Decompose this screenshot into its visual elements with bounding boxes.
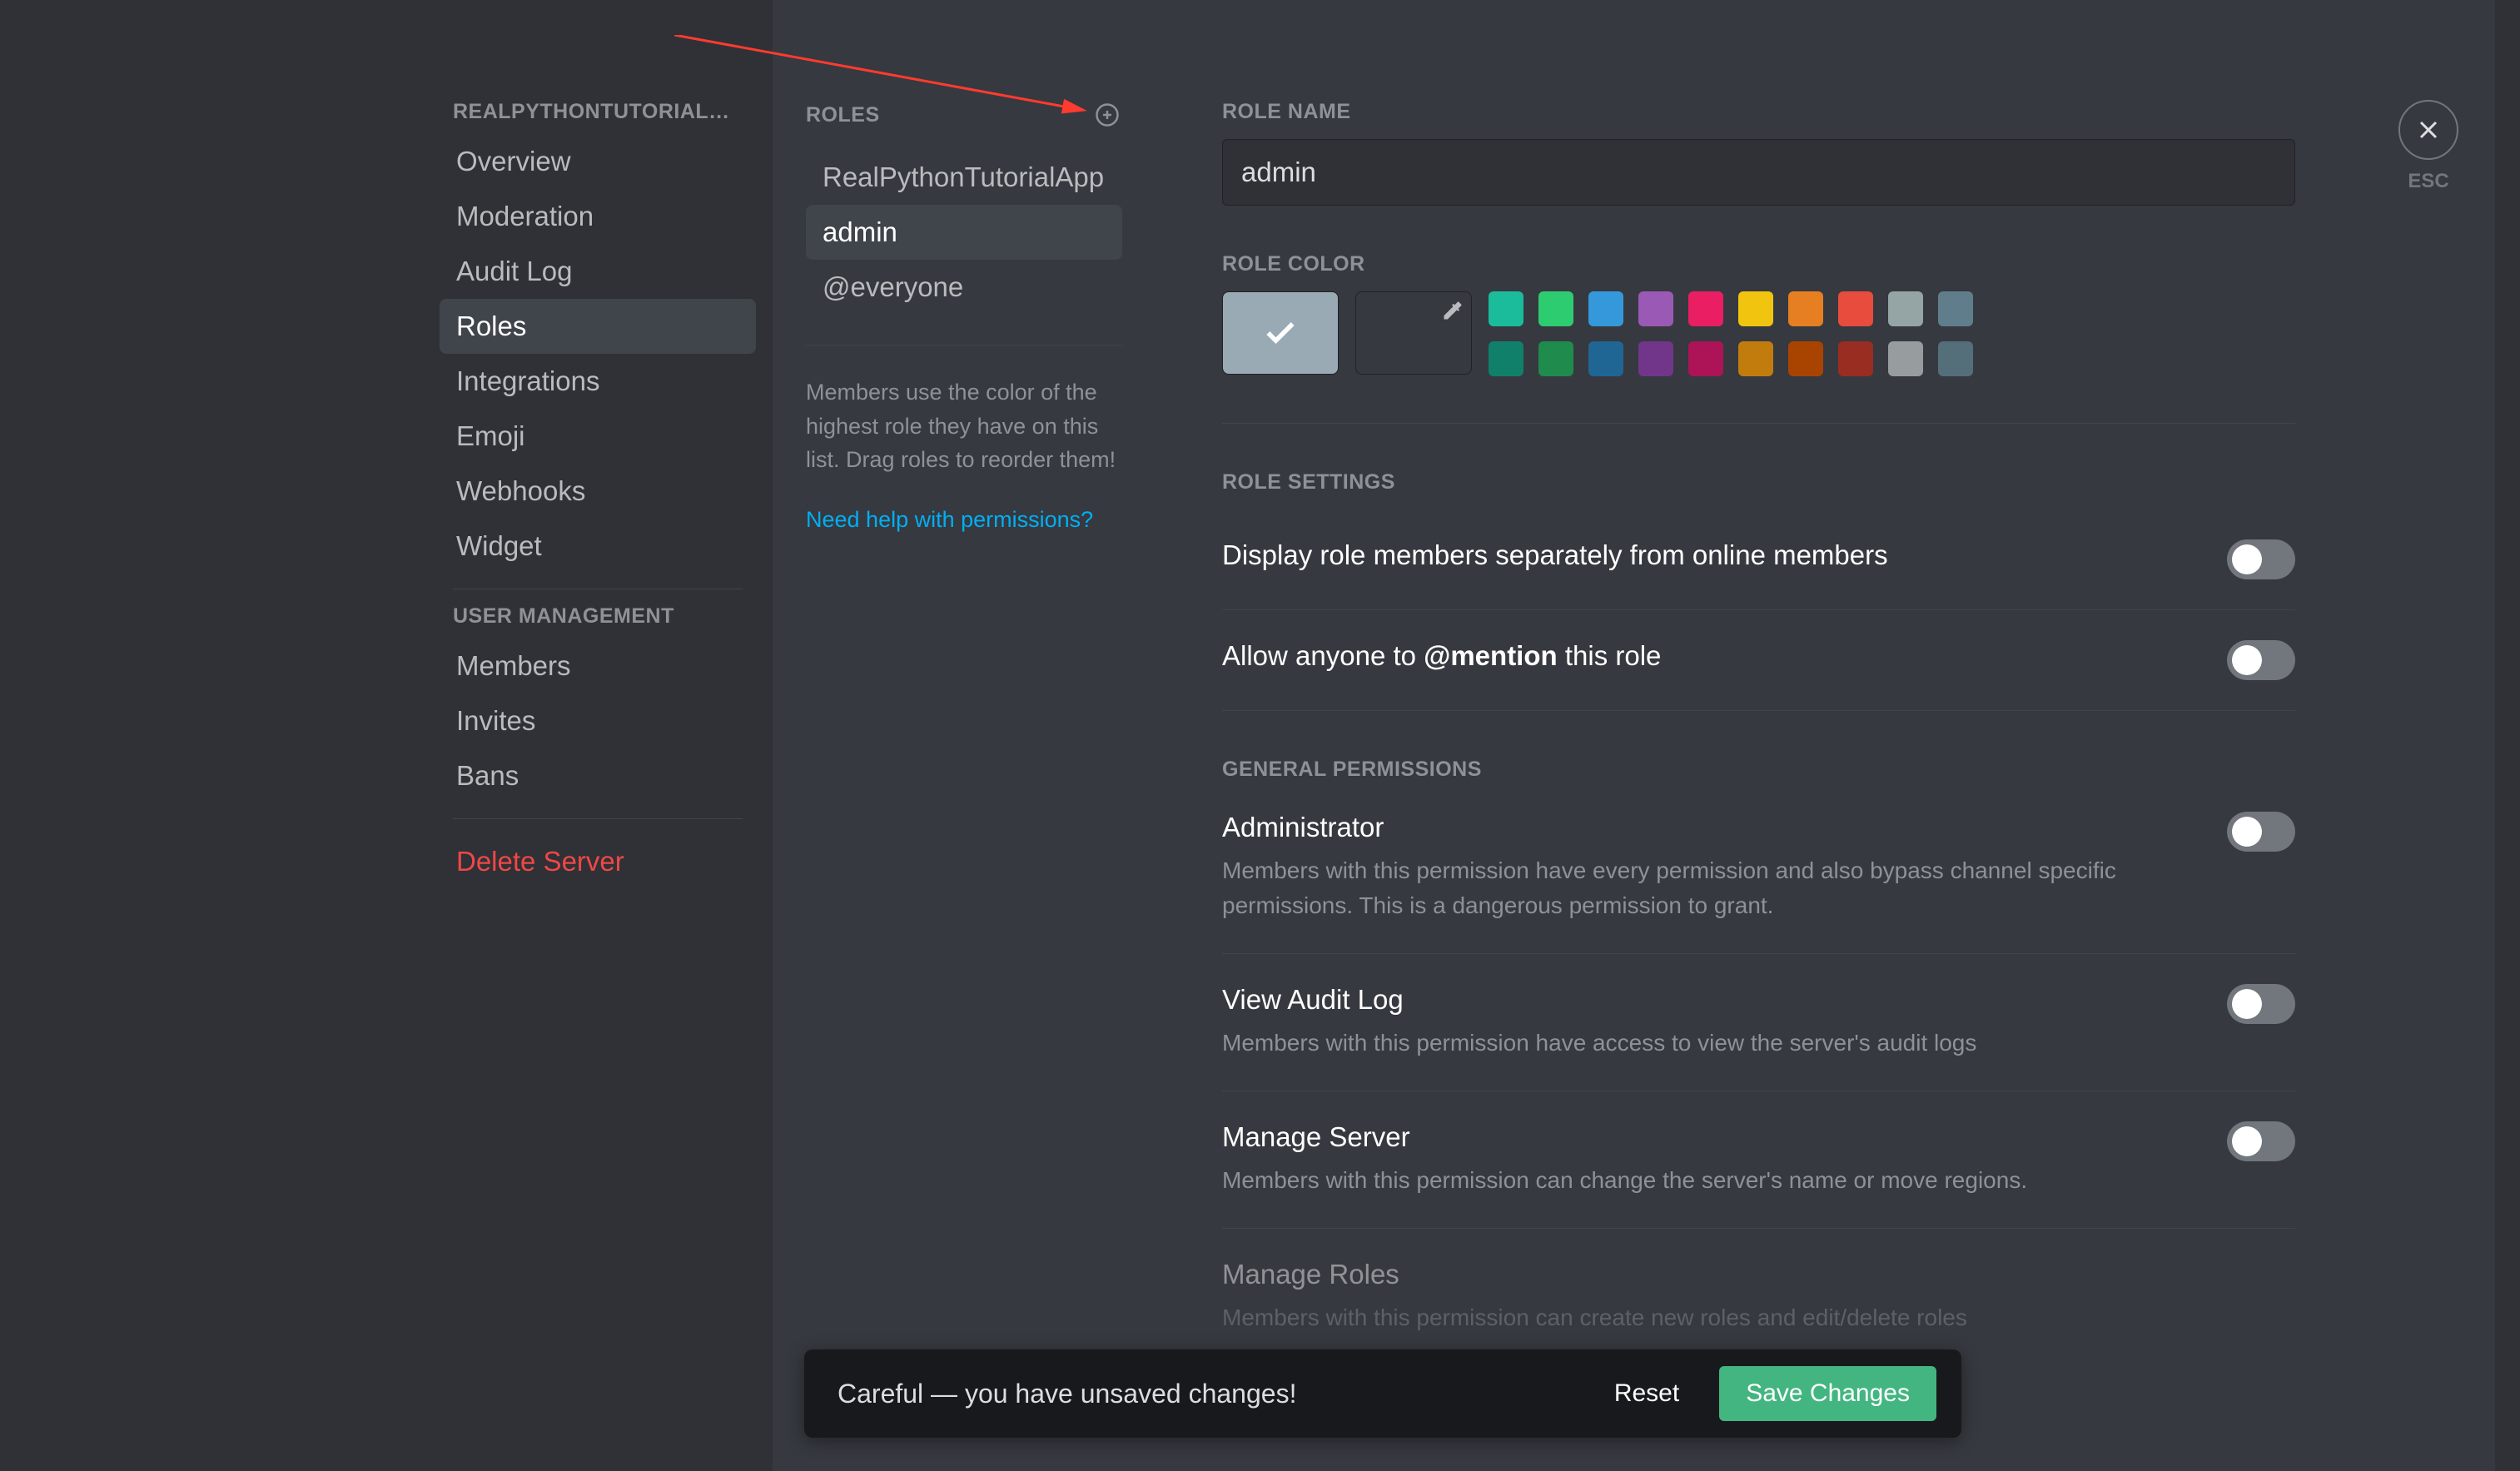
color-swatch[interactable] <box>1688 341 1723 376</box>
perm-administrator-toggle[interactable] <box>2227 812 2295 852</box>
color-swatch[interactable] <box>1588 291 1623 326</box>
color-swatch[interactable] <box>1738 341 1773 376</box>
unsaved-changes-bar: Careful — you have unsaved changes! Rese… <box>804 1349 1961 1438</box>
color-swatch[interactable] <box>1638 341 1673 376</box>
roles-hint-text: Members use the color of the highest rol… <box>806 375 1122 477</box>
color-swatch[interactable] <box>1888 341 1923 376</box>
default-color-swatch[interactable] <box>1222 291 1339 375</box>
close-icon <box>2413 115 2443 145</box>
sidebar-item-audit-log[interactable]: Audit Log <box>440 244 756 299</box>
perm-manage-server-toggle[interactable] <box>2227 1121 2295 1161</box>
color-swatch[interactable] <box>1788 291 1823 326</box>
scrollbar-track[interactable] <box>2495 0 2520 1471</box>
esc-label: ESC <box>2408 170 2448 193</box>
sidebar-item-delete-server[interactable]: Delete Server <box>440 834 756 889</box>
color-swatch[interactable] <box>1489 341 1523 376</box>
add-role-icon[interactable] <box>1092 100 1122 130</box>
custom-color-picker[interactable] <box>1355 291 1472 375</box>
setting-display-separately-label: Display role members separately from onl… <box>1222 539 2194 571</box>
role-settings-label: Role Settings <box>1222 470 2295 494</box>
setting-mention-label: Allow anyone to @mention this role <box>1222 640 2194 672</box>
perm-view-audit-log-desc: Members with this permission have access… <box>1222 1026 2194 1061</box>
roles-list-column: Roles RealPythonTutorialApp admin @every… <box>773 0 1156 1471</box>
sidebar-item-bans[interactable]: Bans <box>440 748 756 803</box>
sidebar-item-widget[interactable]: Widget <box>440 519 756 574</box>
left-gutter <box>0 0 406 1471</box>
color-swatch[interactable] <box>1738 291 1773 326</box>
sidebar-item-roles[interactable]: Roles <box>440 299 756 354</box>
perm-manage-roles-title: Manage Roles <box>1222 1259 2262 1290</box>
perm-manage-server-title: Manage Server <box>1222 1121 2194 1153</box>
role-item-admin[interactable]: admin <box>806 205 1122 260</box>
save-changes-button[interactable]: Save Changes <box>1719 1366 1936 1421</box>
perm-manage-roles-desc: Members with this permission can create … <box>1222 1300 2262 1335</box>
sidebar-item-integrations[interactable]: Integrations <box>440 354 756 409</box>
sidebar-item-webhooks[interactable]: Webhooks <box>440 464 756 519</box>
color-swatch[interactable] <box>1588 341 1623 376</box>
perm-administrator-desc: Members with this permission have every … <box>1222 853 2194 923</box>
roles-heading: Roles <box>806 103 880 127</box>
unsaved-changes-text: Careful — you have unsaved changes! <box>838 1379 1296 1409</box>
setting-display-separately-toggle[interactable] <box>2227 539 2295 579</box>
color-swatch[interactable] <box>1888 291 1923 326</box>
color-swatch[interactable] <box>1638 291 1673 326</box>
role-color-label: Role Color <box>1222 252 2295 276</box>
server-name-heading: RealPythonTutorialServ… <box>440 100 756 134</box>
general-permissions-heading: General Permissions <box>1222 758 2295 782</box>
sidebar-item-overview[interactable]: Overview <box>440 134 756 189</box>
divider <box>1222 423 2295 424</box>
permissions-help-link[interactable]: Need help with permissions? <box>806 507 1093 533</box>
user-mgmt-heading: User Management <box>440 604 756 639</box>
reset-button[interactable]: Reset <box>1598 1368 1696 1419</box>
color-swatch[interactable] <box>1838 341 1873 376</box>
role-item-realpythontutorialapp[interactable]: RealPythonTutorialApp <box>806 150 1122 205</box>
role-name-input[interactable] <box>1222 139 2295 206</box>
check-icon <box>1262 315 1299 351</box>
color-swatch[interactable] <box>1688 291 1723 326</box>
sidebar-item-members[interactable]: Members <box>440 639 756 693</box>
close-button[interactable] <box>2398 100 2458 160</box>
eyedropper-icon <box>1441 299 1464 322</box>
perm-administrator-title: Administrator <box>1222 812 2194 843</box>
color-swatch[interactable] <box>1938 341 1973 376</box>
sidebar-divider <box>453 818 743 819</box>
color-swatch[interactable] <box>1788 341 1823 376</box>
role-editor-main: Role Name Role Color Role Settings <box>1156 0 2362 1471</box>
color-swatch[interactable] <box>1938 291 1973 326</box>
color-swatch[interactable] <box>1538 341 1573 376</box>
role-name-label: Role Name <box>1222 100 2295 124</box>
perm-view-audit-log-toggle[interactable] <box>2227 984 2295 1024</box>
sidebar-item-emoji[interactable]: Emoji <box>440 409 756 464</box>
color-swatch-grid <box>1489 291 1973 376</box>
sidebar-item-invites[interactable]: Invites <box>440 693 756 748</box>
color-swatch[interactable] <box>1538 291 1573 326</box>
perm-view-audit-log-title: View Audit Log <box>1222 984 2194 1016</box>
color-swatch[interactable] <box>1489 291 1523 326</box>
setting-mention-toggle[interactable] <box>2227 640 2295 680</box>
color-swatch[interactable] <box>1838 291 1873 326</box>
settings-sidebar: RealPythonTutorialServ… Overview Moderat… <box>406 0 773 1471</box>
role-item-everyone[interactable]: @everyone <box>806 260 1122 315</box>
sidebar-item-moderation[interactable]: Moderation <box>440 189 756 244</box>
perm-manage-server-desc: Members with this permission can change … <box>1222 1163 2194 1198</box>
